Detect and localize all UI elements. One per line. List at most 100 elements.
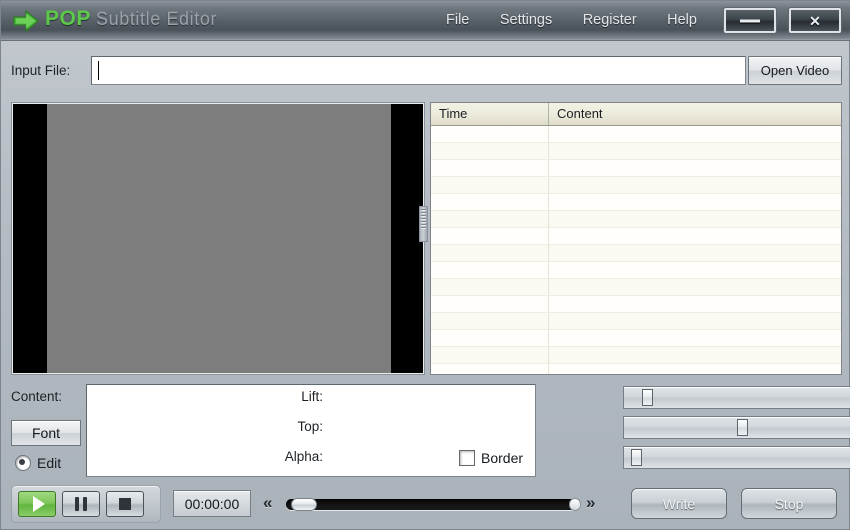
minimize-button[interactable] [724, 8, 776, 33]
lift-slider-thumb[interactable] [642, 389, 653, 406]
cell-content [549, 364, 841, 374]
pause-icon [75, 497, 87, 511]
cell-content [549, 245, 841, 261]
edit-radio[interactable]: Edit [15, 455, 61, 471]
cell-time [431, 296, 549, 312]
input-file-field[interactable] [91, 56, 746, 85]
table-row[interactable] [431, 279, 841, 296]
cell-content [549, 296, 841, 312]
cell-time [431, 364, 549, 374]
table-row[interactable] [431, 177, 841, 194]
cell-time [431, 313, 549, 329]
alpha-slider-thumb[interactable] [631, 449, 642, 466]
top-slider-track[interactable] [623, 416, 850, 439]
checkbox-indicator-icon [459, 450, 475, 466]
subtitle-list-header: Time Content [431, 103, 841, 126]
cell-content [549, 126, 841, 142]
input-file-label: Input File: [11, 63, 71, 78]
title-bar: POP Subtitle Editor File Settings Regist… [1, 1, 850, 41]
cell-time [431, 245, 549, 261]
table-row[interactable] [431, 313, 841, 330]
stop-playback-button[interactable] [106, 491, 144, 517]
app-title: Subtitle Editor [96, 9, 218, 29]
menu-item-register[interactable]: Register [583, 12, 637, 28]
open-video-button[interactable]: Open Video [748, 56, 842, 85]
splitter-ridge [421, 209, 426, 210]
edit-radio-label: Edit [37, 455, 62, 471]
video-pillarbox [13, 104, 423, 373]
transport-controls [11, 485, 161, 523]
menu-item-settings[interactable]: Settings [500, 12, 552, 28]
brand-name: POP [45, 7, 91, 30]
table-row[interactable] [431, 228, 841, 245]
cell-content [549, 160, 841, 176]
stop-icon [119, 498, 131, 510]
seek-backward-button[interactable]: « [263, 493, 272, 513]
table-row[interactable] [431, 330, 841, 347]
panel-splitter-handle[interactable] [419, 206, 428, 242]
cell-time [431, 160, 549, 176]
top-slider-label: Top: [297, 419, 323, 434]
close-icon: ✕ [809, 12, 821, 29]
splitter-ridge [421, 215, 426, 216]
cell-time [431, 143, 549, 159]
lift-slider-track[interactable] [623, 386, 850, 409]
border-checkbox[interactable]: Border [459, 450, 523, 466]
splitter-ridge [421, 227, 426, 228]
table-row[interactable] [431, 245, 841, 262]
cell-content [549, 279, 841, 295]
table-row[interactable] [431, 347, 841, 364]
font-button[interactable]: Font [11, 420, 81, 446]
text-cursor [98, 61, 99, 80]
cell-time [431, 177, 549, 193]
seek-slider-thumb[interactable] [291, 498, 317, 511]
cell-content [549, 143, 841, 159]
close-button[interactable]: ✕ [789, 8, 841, 33]
menu-item-file[interactable]: File [446, 12, 469, 28]
cell-time [431, 262, 549, 278]
content-label: Content: [11, 389, 63, 404]
top-slider-thumb[interactable] [737, 419, 748, 436]
seek-slider[interactable] [286, 498, 581, 511]
table-row[interactable] [431, 126, 841, 143]
table-row[interactable] [431, 194, 841, 211]
cell-content [549, 347, 841, 363]
splitter-ridge [421, 224, 426, 225]
video-preview[interactable] [11, 102, 425, 375]
write-button[interactable]: Write [631, 488, 727, 519]
green-right-arrow-icon [13, 10, 39, 32]
subtitle-list-body[interactable] [431, 126, 841, 374]
cell-time [431, 279, 549, 295]
application-window: POP Subtitle Editor File Settings Regist… [0, 0, 850, 530]
play-button[interactable] [18, 491, 56, 517]
cell-time [431, 330, 549, 346]
cell-content [549, 194, 841, 210]
cell-content [549, 262, 841, 278]
cell-content [549, 211, 841, 227]
table-row[interactable] [431, 262, 841, 279]
splitter-ridge [421, 212, 426, 213]
seek-forward-button[interactable]: » [586, 493, 595, 513]
menu-bar: File Settings Register Help [446, 11, 697, 33]
table-row[interactable] [431, 211, 841, 228]
table-row[interactable] [431, 143, 841, 160]
lift-slider-label: Lift: [301, 389, 323, 404]
cell-time [431, 211, 549, 227]
pause-button[interactable] [62, 491, 100, 517]
cell-time [431, 347, 549, 363]
stop-button[interactable]: Stop [741, 488, 837, 519]
subtitle-list[interactable]: Time Content [430, 102, 842, 375]
table-row[interactable] [431, 160, 841, 177]
column-header-time[interactable]: Time [431, 103, 549, 125]
table-row[interactable] [431, 296, 841, 313]
video-picture [47, 104, 391, 373]
splitter-ridge [421, 221, 426, 222]
menu-item-help[interactable]: Help [667, 12, 697, 28]
alpha-slider-track[interactable] [623, 446, 850, 469]
column-header-content[interactable]: Content [549, 103, 841, 125]
cell-time [431, 126, 549, 142]
border-checkbox-label: Border [481, 450, 524, 466]
cell-content [549, 177, 841, 193]
alpha-slider-label: Alpha: [284, 449, 323, 464]
table-row[interactable] [431, 364, 841, 374]
